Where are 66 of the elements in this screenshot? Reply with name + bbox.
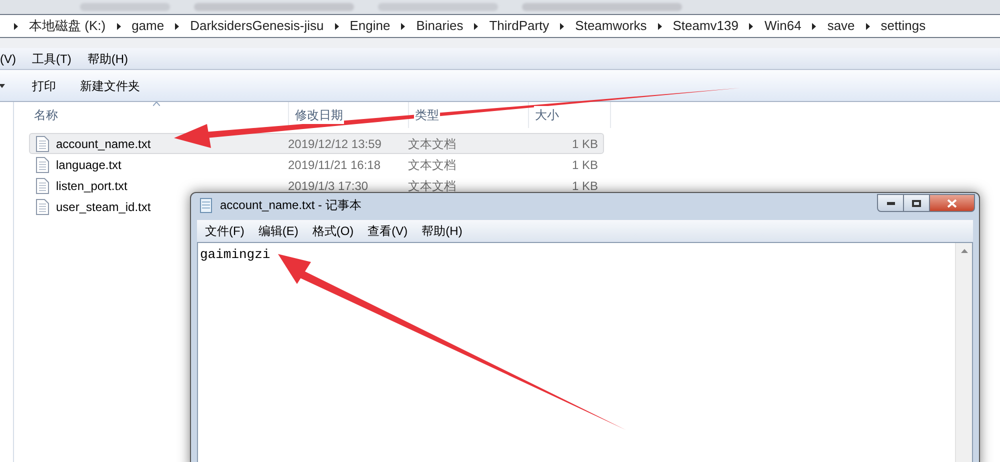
file-type: 文本文档 xyxy=(408,156,457,174)
menu-item[interactable]: 查看(V) xyxy=(368,222,408,240)
close-button[interactable] xyxy=(930,194,975,212)
chevron-right-icon xyxy=(749,22,754,30)
breadcrumb-item[interactable]: Steamworks xyxy=(575,16,647,36)
column-header[interactable]: 大小 xyxy=(534,106,560,124)
file-row[interactable]: listen_port.txt 2019/1/3 17:30 文本文档 1 KB xyxy=(29,175,604,196)
notepad-icon xyxy=(200,198,212,212)
breadcrumb-item[interactable]: Engine xyxy=(350,16,390,36)
file-row[interactable]: language.txt 2019/11/21 16:18 文本文档 1 KB xyxy=(29,154,604,175)
text-file-icon xyxy=(36,178,49,194)
menu-item[interactable]: 格式(O) xyxy=(312,222,354,240)
breadcrumb-item[interactable]: ThirdParty xyxy=(489,16,550,36)
breadcrumb-item[interactable]: settings xyxy=(880,16,926,36)
text-file-icon xyxy=(36,136,49,152)
file-date: 2019/12/12 13:59 xyxy=(288,136,382,152)
file-date: 2019/1/3 17:30 xyxy=(288,178,370,194)
breadcrumb-item[interactable]: Binaries xyxy=(416,16,464,36)
menu-item[interactable]: 文件(F) xyxy=(205,222,244,240)
chevron-right-icon xyxy=(812,22,816,30)
chevron-right-icon xyxy=(866,22,870,30)
file-date: 2019/11/21 16:18 xyxy=(288,156,382,174)
chevron-right-icon xyxy=(334,22,339,30)
menu-item[interactable]: 帮助(H) xyxy=(87,50,128,68)
menu-item[interactable]: 工具(T) xyxy=(32,50,72,68)
breadcrumb-item[interactable]: Steamv139 xyxy=(672,16,738,36)
toolbar-button[interactable]: 新建文件夹 xyxy=(80,76,140,94)
chevron-right-icon xyxy=(175,22,180,30)
caret-down-icon xyxy=(0,84,5,88)
text-file-icon xyxy=(36,198,49,214)
menu-item[interactable]: (V) xyxy=(0,50,16,68)
file-type: 文本文档 xyxy=(408,136,457,152)
toolbar-button[interactable]: 打印 xyxy=(32,76,56,94)
breadcrumb-item[interactable]: save xyxy=(827,16,855,36)
breadcrumb-item[interactable]: Win64 xyxy=(764,16,802,36)
menu-item[interactable]: 编辑(E) xyxy=(258,222,298,240)
file-size: 1 KB xyxy=(570,178,598,194)
text-file-icon xyxy=(36,156,49,172)
chevron-right-icon xyxy=(401,22,406,30)
file-name: user_steam_id.txt xyxy=(56,198,151,216)
vertical-scrollbar[interactable] xyxy=(955,243,972,462)
file-row[interactable]: user_steam_id.txt xyxy=(29,196,158,217)
menu-item[interactable]: 帮助(H) xyxy=(422,222,462,240)
file-name: listen_port.txt xyxy=(56,178,128,194)
file-name: account_name.txt xyxy=(56,136,151,152)
chevron-right-icon xyxy=(14,22,18,30)
maximize-button[interactable] xyxy=(904,194,930,212)
file-row[interactable]: account_name.txt 2019/12/12 13:59 文本文档 1 KB xyxy=(29,133,604,154)
minimize-button[interactable] xyxy=(877,194,904,212)
chevron-right-icon xyxy=(658,22,662,30)
column-header[interactable]: 类型 xyxy=(414,106,440,124)
window-title: account_name.txt - 记事本 xyxy=(220,197,362,214)
column-header[interactable]: 修改日期 xyxy=(294,106,344,124)
scroll-up-icon xyxy=(960,249,968,253)
close-icon xyxy=(947,198,957,208)
file-size: 1 KB xyxy=(570,136,598,152)
chevron-right-icon xyxy=(474,22,478,30)
breadcrumb-item[interactable]: game xyxy=(132,16,164,36)
file-size: 1 KB xyxy=(570,156,598,174)
chevron-right-icon xyxy=(116,22,121,30)
chevron-right-icon xyxy=(560,22,564,30)
sort-ascending-icon xyxy=(153,102,160,106)
breadcrumb-item[interactable]: DarksidersGenesis-jisu xyxy=(190,16,324,36)
breadcrumb-item[interactable]: 本地磁盘 (K:) xyxy=(29,16,106,36)
file-type: 文本文档 xyxy=(408,178,457,194)
file-name: language.txt xyxy=(56,156,122,174)
